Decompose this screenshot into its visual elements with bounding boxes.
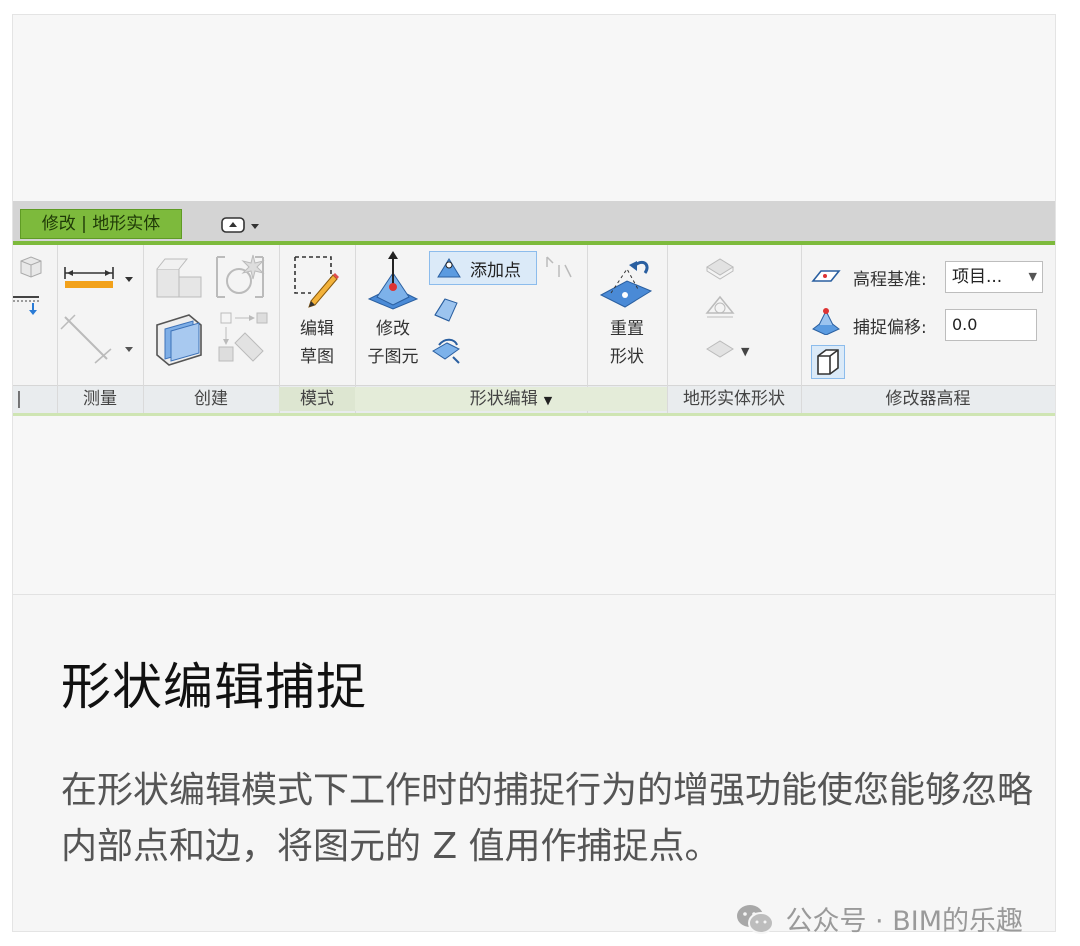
panel-label-create: 创建: [194, 389, 228, 409]
add-point-icon: [437, 258, 461, 278]
edit-sketch-label-2: 草图: [300, 347, 334, 367]
reset-shape-label-2: 形状: [610, 347, 644, 367]
article-description: 在形状编辑模式下工作时的捕捉行为的增强功能使您能够忽略内部点和边，将图元的 Z …: [61, 770, 1034, 867]
modify-sub-label-2: 子图元: [367, 347, 419, 367]
elevation-base-select[interactable]: 项目... ▼: [945, 261, 1043, 293]
toposolid-subdivide-icon[interactable]: [703, 253, 737, 285]
create-part-icon[interactable]: [213, 251, 269, 307]
panel-label-modifier-elevation: 修改器高程: [885, 389, 971, 409]
edit-sketch-icon[interactable]: [291, 253, 343, 315]
ribbon-tab-bar: 修改 | 地形实体: [13, 201, 1055, 241]
add-point-label: 添加点: [470, 260, 521, 281]
wechat-icon: [737, 904, 775, 934]
align-down-icon[interactable]: [13, 293, 43, 323]
snap-offset-label: 捕捉偏移:: [853, 318, 927, 338]
watermark-text: 公众号 · BIM的乐趣: [785, 906, 1023, 937]
panel-label-toposolid-shape: 地形实体形状: [683, 389, 785, 409]
panel-label-truncated: |: [16, 389, 22, 409]
shape-edit-dropdown-icon: ▼: [543, 394, 553, 407]
modify-shape-icon[interactable]: [429, 335, 463, 371]
snap-toggle-button[interactable]: [811, 345, 845, 379]
ribbon: 修改 | 地形实体 | 测量 创建 编辑 草图 模式 修改 子图元 添加点 形状…: [13, 201, 1055, 416]
modify-sub-label-1: 修改: [376, 319, 410, 339]
shape-edit-label-text: 形状编辑: [469, 389, 538, 409]
modify-subelements-icon[interactable]: [365, 251, 421, 317]
reset-shape-label-1: 重置: [610, 319, 644, 339]
pick-support-icon[interactable]: [429, 295, 463, 329]
elevation-base-label: 高程基准:: [853, 270, 927, 290]
panel-toggle-dropdown[interactable]: [219, 213, 265, 237]
ribbon-bottom-line: [13, 413, 1055, 416]
measure-ruler-icon[interactable]: [63, 261, 143, 299]
panel-label-shape-edit[interactable]: 形状编辑 ▼: [355, 387, 667, 411]
toposolid-merge-icon[interactable]: [703, 335, 737, 367]
article-card: 修改 | 地形实体 | 测量 创建 编辑 草图 模式 修改 子图元 添加点 形状…: [12, 14, 1056, 937]
toposolid-simplify-icon[interactable]: [703, 293, 737, 327]
create-subdivide-icon[interactable]: [217, 311, 273, 371]
reset-shape-icon[interactable]: [597, 251, 655, 317]
tab-modify-toposolid[interactable]: 修改 | 地形实体: [20, 209, 182, 239]
article-title: 形状编辑捕捉: [61, 658, 367, 716]
create-cubes-icon[interactable]: [153, 251, 205, 307]
snap-cube-icon: [817, 349, 839, 375]
panel-toggle-icon: [221, 217, 259, 233]
edit-sketch-label-1: 编辑: [300, 319, 334, 339]
add-point-button[interactable]: 添加点: [429, 251, 537, 285]
cube-small-icon[interactable]: [15, 253, 45, 283]
toposolid-dropdown-icon[interactable]: ▼: [741, 345, 749, 358]
snap-offset-icon: [811, 305, 841, 339]
ribbon-screenshot: 修改 | 地形实体 | 测量 创建 编辑 草图 模式 修改 子图元 添加点 形状…: [13, 15, 1055, 595]
add-split-line-icon[interactable]: [543, 253, 575, 287]
elevation-base-icon: [811, 265, 841, 291]
panel-label-measure: 测量: [83, 389, 117, 409]
elevation-base-value: 项目...: [952, 267, 1003, 287]
measure-aligned-icon[interactable]: [59, 311, 139, 371]
panel-label-mode: 模式: [279, 387, 355, 411]
chevron-down-icon: ▼: [1028, 270, 1037, 283]
snap-offset-input[interactable]: 0.0: [945, 309, 1037, 341]
create-wall-icon[interactable]: [149, 311, 209, 373]
watermark: 公众号 · BIM的乐趣: [735, 899, 1023, 938]
